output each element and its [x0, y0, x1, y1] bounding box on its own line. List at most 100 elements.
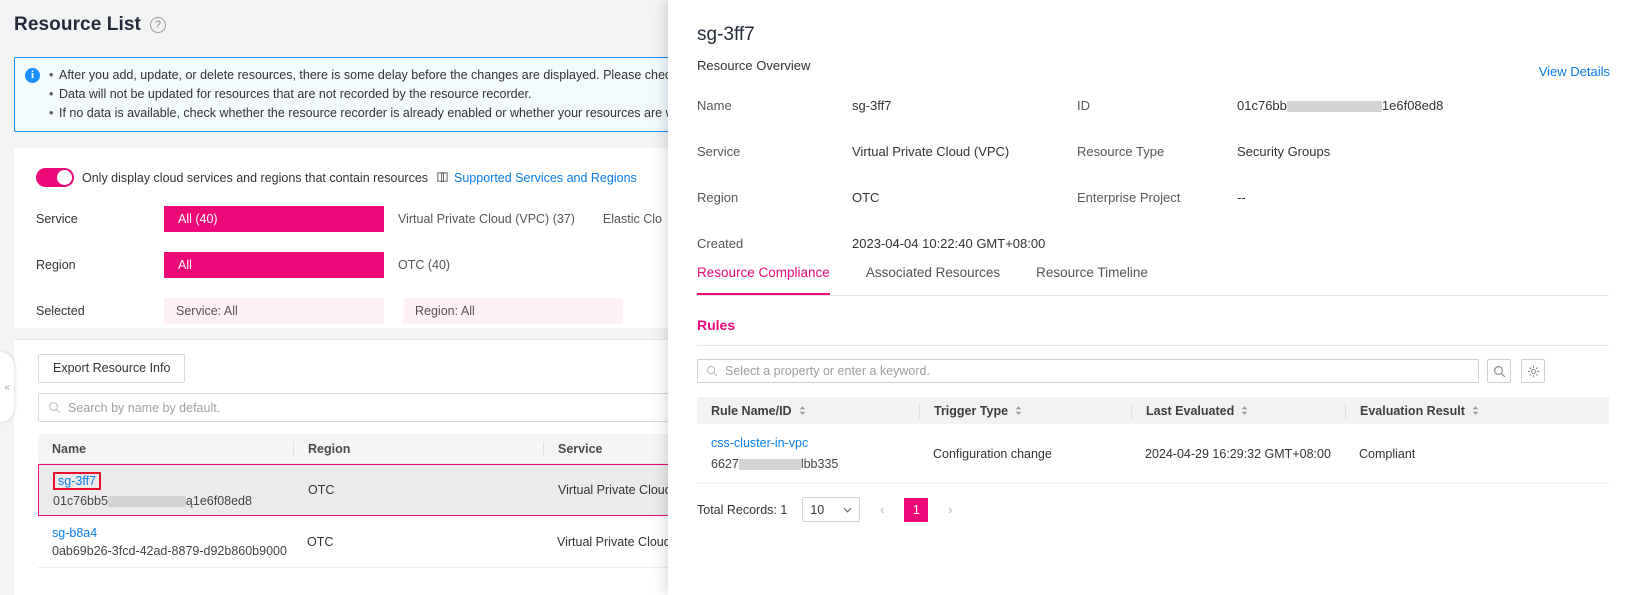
- search-icon: [1493, 365, 1505, 377]
- question-circle-icon[interactable]: ?: [149, 17, 166, 33]
- column-header-label: Trigger Type: [934, 403, 1009, 418]
- column-header-label: Evaluation Result: [1360, 403, 1465, 418]
- resource-name-cell: sg-b8a4 0ab69b26-3fcd-42ad-8879-d92b860b…: [38, 526, 293, 558]
- page-number-1[interactable]: 1: [904, 497, 929, 522]
- overview-value-enterprise-project: --: [1237, 190, 1246, 205]
- rule-id-suffix: lbb335: [800, 457, 839, 471]
- tab-associated-resources[interactable]: Associated Resources: [866, 265, 1000, 295]
- toggle-row: Only display cloud services and regions …: [36, 168, 637, 187]
- overview-value-resource-type: Security Groups: [1237, 144, 1331, 159]
- sort-icon: [799, 406, 805, 415]
- overview-value-created: 2023-04-04 10:22:40 GMT+08:00: [852, 236, 1046, 251]
- resource-table-card: Export Resource Info Search by name by d…: [14, 339, 700, 595]
- overview-id-suffix: 1e6f08ed8: [1381, 98, 1444, 113]
- evaluation-result-cell: Compliant: [1359, 446, 1416, 461]
- only-with-resources-toggle[interactable]: [36, 168, 74, 187]
- service-option-evs[interactable]: Elastic Clo: [589, 206, 676, 232]
- column-header-region: Region: [293, 441, 543, 456]
- page-size-value: 10: [810, 502, 825, 517]
- search-button[interactable]: [1487, 359, 1511, 383]
- masked-id-segment: [738, 459, 801, 471]
- pagination: Total Records: 1 10 ‹ 1 ›: [697, 497, 962, 522]
- page-header: Resource List ?: [14, 14, 166, 36]
- rules-table-header: Rule Name/ID Trigger Type Last Evaluated: [697, 397, 1609, 424]
- info-line: After you add, update, or delete resourc…: [49, 66, 700, 85]
- tab-resource-timeline[interactable]: Resource Timeline: [1036, 265, 1148, 295]
- supported-services-link[interactable]: Supported Services and Regions: [436, 171, 637, 185]
- column-header-trigger-type[interactable]: Trigger Type: [919, 402, 1131, 419]
- rule-search-placeholder: Select a property or enter a keyword.: [725, 364, 930, 378]
- export-resource-info-button[interactable]: Export Resource Info: [38, 354, 186, 383]
- rules-table: Rule Name/ID Trigger Type Last Evaluated: [697, 397, 1609, 484]
- overview-key-region: Region: [697, 190, 739, 205]
- region-option-otc[interactable]: OTC (40): [384, 252, 464, 278]
- service-option-vpc[interactable]: Virtual Private Cloud (VPC) (37): [384, 206, 589, 232]
- detail-tabs: Resource Compliance Associated Resources…: [697, 265, 1609, 296]
- chevron-down-icon: [843, 507, 852, 513]
- resource-detail-panel: sg-3ff7 Resource Overview View Details N…: [668, 0, 1639, 595]
- toggle-label: Only display cloud services and regions …: [82, 170, 429, 185]
- trigger-type-cell: Configuration change: [933, 446, 1052, 461]
- resource-name-cell: sg-3ff7 01c76bb5 ą1e6f08ed8: [39, 472, 294, 508]
- column-header-last-evaluated[interactable]: Last Evaluated: [1131, 402, 1345, 419]
- info-banner: i After you add, update, or delete resou…: [14, 57, 700, 132]
- resource-search-input[interactable]: Search by name by default.: [38, 393, 700, 422]
- resource-search-placeholder: Search by name by default.: [68, 400, 221, 415]
- search-icon: [49, 402, 61, 414]
- total-records-label: Total Records: 1: [697, 502, 788, 517]
- overview-value-region: OTC: [852, 190, 880, 205]
- search-icon: [706, 365, 718, 377]
- overview-key-created: Created: [697, 236, 744, 251]
- selected-filters-label: Selected: [36, 304, 85, 318]
- resource-name-link[interactable]: sg-3ff7: [53, 472, 101, 490]
- chevron-left-icon: «: [4, 381, 10, 393]
- rule-id-prefix: 6627: [711, 457, 739, 471]
- prev-page-button[interactable]: ‹: [870, 498, 894, 522]
- column-header-evaluation-result[interactable]: Evaluation Result: [1345, 402, 1609, 419]
- filters-card: Only display cloud services and regions …: [14, 148, 700, 328]
- resource-overview-label: Resource Overview: [697, 58, 811, 73]
- info-icon: i: [25, 68, 40, 83]
- rules-divider: [697, 345, 1609, 346]
- column-header-label: Last Evaluated: [1146, 403, 1235, 418]
- gear-icon: [1527, 365, 1539, 377]
- overview-empty-key: [1077, 221, 1237, 267]
- last-evaluated-cell: 2024-04-29 16:29:32 GMT+08:00: [1145, 446, 1331, 461]
- rule-search-input[interactable]: Select a property or enter a keyword.: [697, 359, 1479, 383]
- region-option-all[interactable]: All: [164, 252, 384, 278]
- view-details-link[interactable]: View Details: [1539, 64, 1610, 79]
- table-settings-button[interactable]: [1521, 359, 1545, 383]
- overview-value-id: 01c76bb 1e6f08ed8: [1237, 83, 1607, 129]
- table-row[interactable]: sg-b8a4 0ab69b26-3fcd-42ad-8879-d92b860b…: [38, 516, 700, 568]
- rule-name-id-cell: css-cluster-in-vpc 6627 lbb335: [697, 436, 919, 471]
- resource-region-cell: OTC: [307, 534, 334, 549]
- overview-key-service: Service: [697, 144, 741, 159]
- page-size-select[interactable]: 10: [802, 497, 861, 522]
- overview-key-enterprise-project: Enterprise Project: [1077, 190, 1181, 205]
- overview-value-service: Virtual Private Cloud (VPC): [852, 144, 1010, 159]
- masked-id-segment: [1286, 101, 1382, 113]
- column-header-rule-name-id[interactable]: Rule Name/ID: [697, 403, 919, 419]
- resource-region-cell: OTC: [308, 483, 335, 497]
- info-line: Data will not be updated for resources t…: [49, 85, 700, 104]
- resource-table: Name Region Service sg-3ff7 01c76bb5 ą1e6…: [38, 434, 700, 568]
- table-row[interactable]: sg-3ff7 01c76bb5 ą1e6f08ed8 OTC Virtual P…: [38, 464, 700, 516]
- sidebar-collapse-handle[interactable]: «: [0, 352, 14, 422]
- resource-id: 01c76bb5 ą1e6f08ed8: [53, 494, 294, 508]
- service-option-all[interactable]: All (40): [164, 206, 384, 232]
- tab-resource-compliance[interactable]: Resource Compliance: [697, 265, 830, 295]
- selected-service-chip[interactable]: Service: All: [164, 298, 384, 324]
- selected-filters-row: Selected Service: All Region: All: [14, 298, 623, 324]
- service-filter-row: Service All (40) Virtual Private Cloud (…: [14, 206, 676, 232]
- next-page-button[interactable]: ›: [938, 498, 962, 522]
- page-title: Resource List: [14, 14, 141, 35]
- panel-title: sg-3ff7: [697, 24, 755, 45]
- region-filter-row: Region All OTC (40): [14, 252, 464, 278]
- selected-region-chip[interactable]: Region: All: [403, 298, 623, 324]
- resource-id-suffix: ą1e6f08ed8: [185, 494, 252, 508]
- rule-name-link[interactable]: css-cluster-in-vpc: [711, 436, 919, 450]
- supported-services-link-label: Supported Services and Regions: [454, 170, 637, 185]
- sort-icon: [1242, 406, 1248, 415]
- resource-list-page: Resource List ? i After you add, update,…: [0, 0, 700, 595]
- resource-name-link[interactable]: sg-b8a4: [52, 526, 97, 540]
